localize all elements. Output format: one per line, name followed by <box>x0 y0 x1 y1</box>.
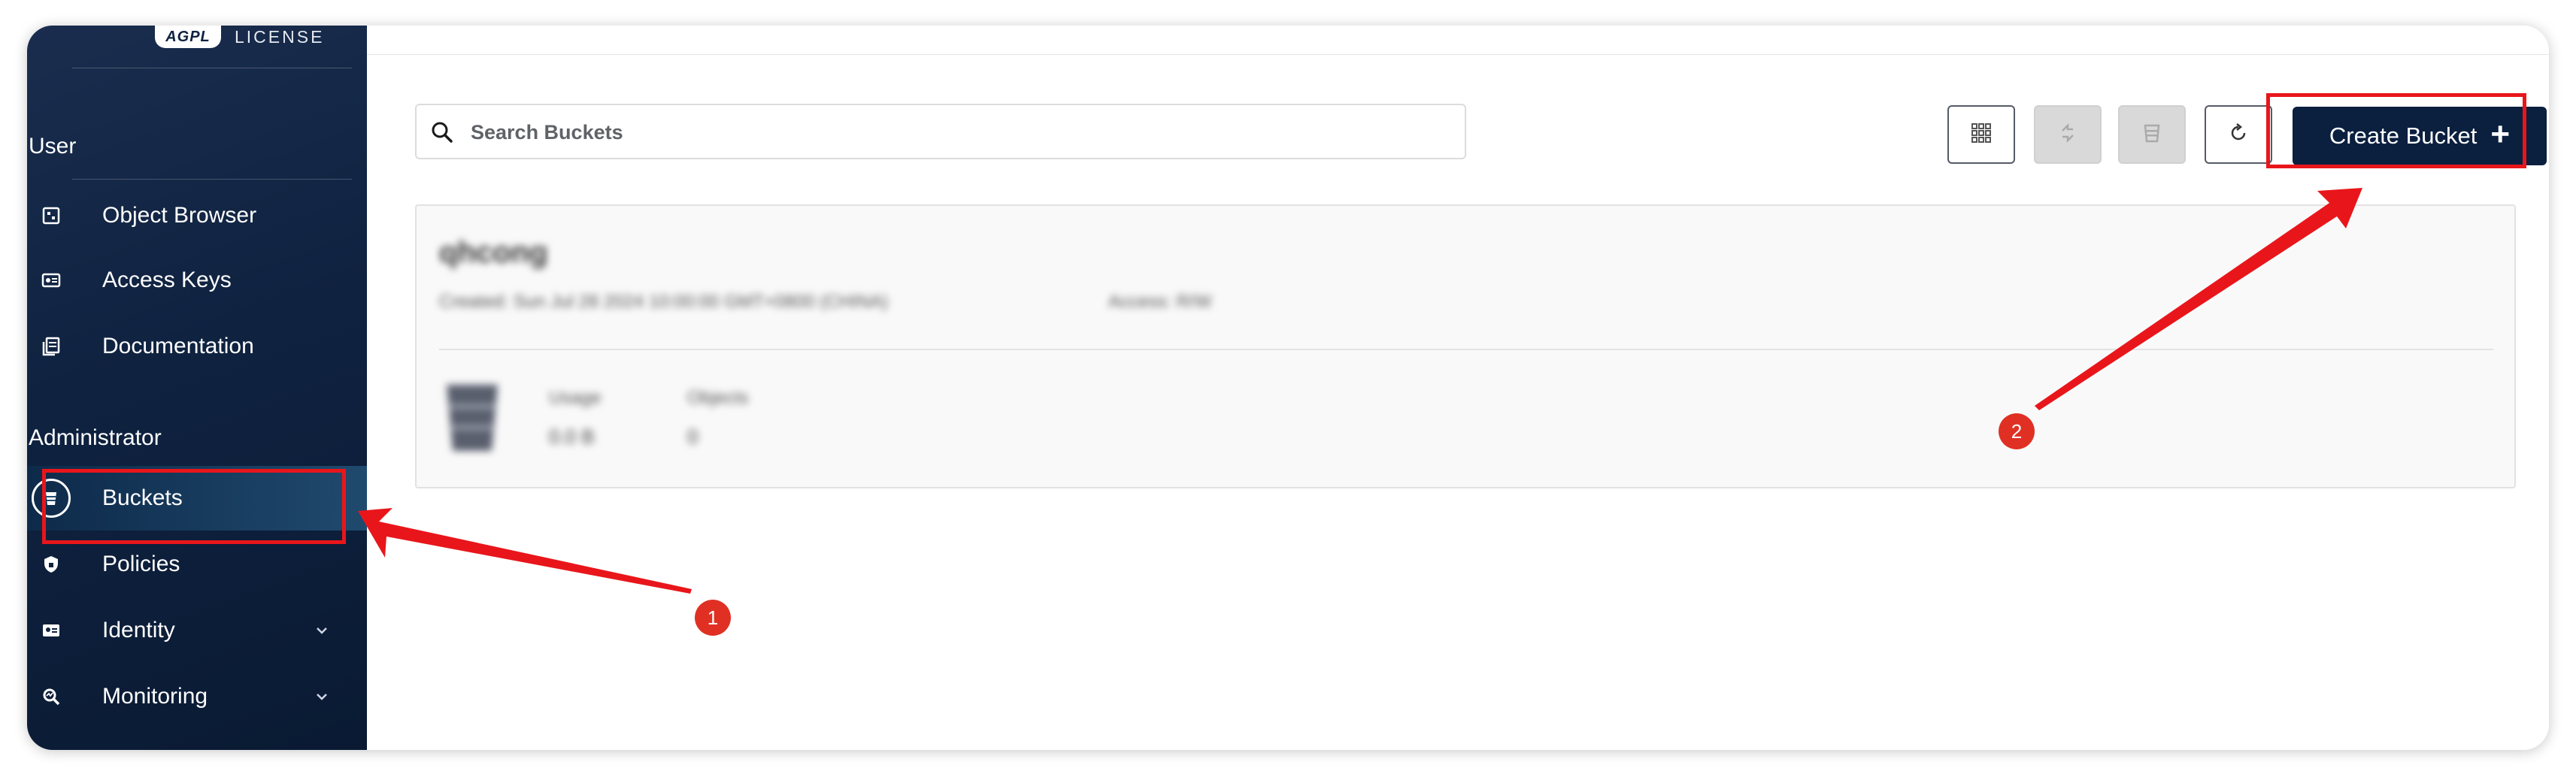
sidebar-item-monitoring[interactable]: Monitoring <box>27 664 367 729</box>
objects-label: Objects <box>687 388 749 408</box>
monitoring-icon <box>30 676 72 718</box>
annotation-badge-2: 2 <box>1999 413 2035 449</box>
sidebar-item-buckets[interactable]: Buckets <box>27 466 367 531</box>
license-label: LICENSE <box>235 26 325 47</box>
section-label-user: User <box>29 134 77 159</box>
plus-icon: + <box>2490 116 2511 153</box>
header-divider <box>367 54 2549 55</box>
sync-icon <box>2056 122 2079 148</box>
create-bucket-button[interactable]: Create Bucket + <box>2293 107 2547 165</box>
usage-value: 0.0 B <box>549 425 595 448</box>
usage-label: Usage <box>549 388 602 408</box>
bucket-created: Created: Sun Jul 28 2024 10:00:00 GMT+08… <box>439 292 888 312</box>
license-logo: AGPL LICENSE <box>155 26 324 48</box>
sidebar-item-label: Identity <box>102 618 175 642</box>
create-bucket-label: Create Bucket <box>2329 122 2478 149</box>
lifecycle-button[interactable] <box>2118 105 2186 164</box>
refresh-icon <box>2227 122 2250 148</box>
documentation-icon <box>30 325 72 367</box>
main-content: Create Bucket + qhcong Created: Sun Jul … <box>367 26 2549 750</box>
sidebar-item-documentation[interactable]: Documentation <box>27 314 367 379</box>
section-label-administrator: Administrator <box>29 425 162 450</box>
sidebar-item-policies[interactable]: Policies <box>27 532 367 597</box>
sidebar-item-label: Buckets <box>102 485 183 510</box>
object-browser-icon <box>30 195 72 237</box>
sidebar-item-label: Policies <box>102 552 180 576</box>
bucket-card[interactable]: qhcong Created: Sun Jul 28 2024 10:00:00… <box>415 204 2516 488</box>
sidebar-divider <box>72 179 352 180</box>
grid-icon <box>1970 122 1993 148</box>
sidebar-item-object-browser[interactable]: Object Browser <box>27 183 367 248</box>
sidebar-item-access-keys[interactable]: Access Keys <box>27 248 367 313</box>
bucket-stack-icon <box>2141 122 2163 148</box>
sidebar-item-label: Object Browser <box>102 203 257 228</box>
sidebar-item-label: Monitoring <box>102 684 208 709</box>
agpl-logo: AGPL <box>155 26 221 48</box>
chevron-down-icon[interactable] <box>308 683 335 710</box>
refresh-button[interactable] <box>2205 105 2272 164</box>
sidebar-item-identity[interactable]: Identity <box>27 598 367 663</box>
chevron-down-icon[interactable] <box>308 617 335 644</box>
grid-view-button[interactable] <box>1947 105 2015 164</box>
annotation-badge-1: 1 <box>695 600 731 636</box>
sidebar-item-label: Access Keys <box>102 268 232 292</box>
bucket-icon <box>30 477 72 519</box>
bucket-access: Access: R/W <box>1108 292 1212 312</box>
id-card-icon <box>30 609 72 652</box>
card-divider <box>439 349 2493 350</box>
search-input[interactable] <box>469 114 1450 150</box>
shield-icon <box>30 543 72 585</box>
bucket-name[interactable]: qhcong <box>439 236 547 270</box>
access-keys-icon <box>30 259 72 301</box>
sidebar-item-label: Documentation <box>102 334 254 358</box>
sidebar: AGPL LICENSE User Object Browser Access … <box>27 26 367 750</box>
app-window: AGPL LICENSE User Object Browser Access … <box>27 26 2549 750</box>
replication-button[interactable] <box>2034 105 2102 164</box>
search-icon <box>429 119 456 146</box>
bucket-icon <box>442 380 502 455</box>
search-field[interactable] <box>415 104 1466 159</box>
objects-value: 0 <box>687 425 699 448</box>
